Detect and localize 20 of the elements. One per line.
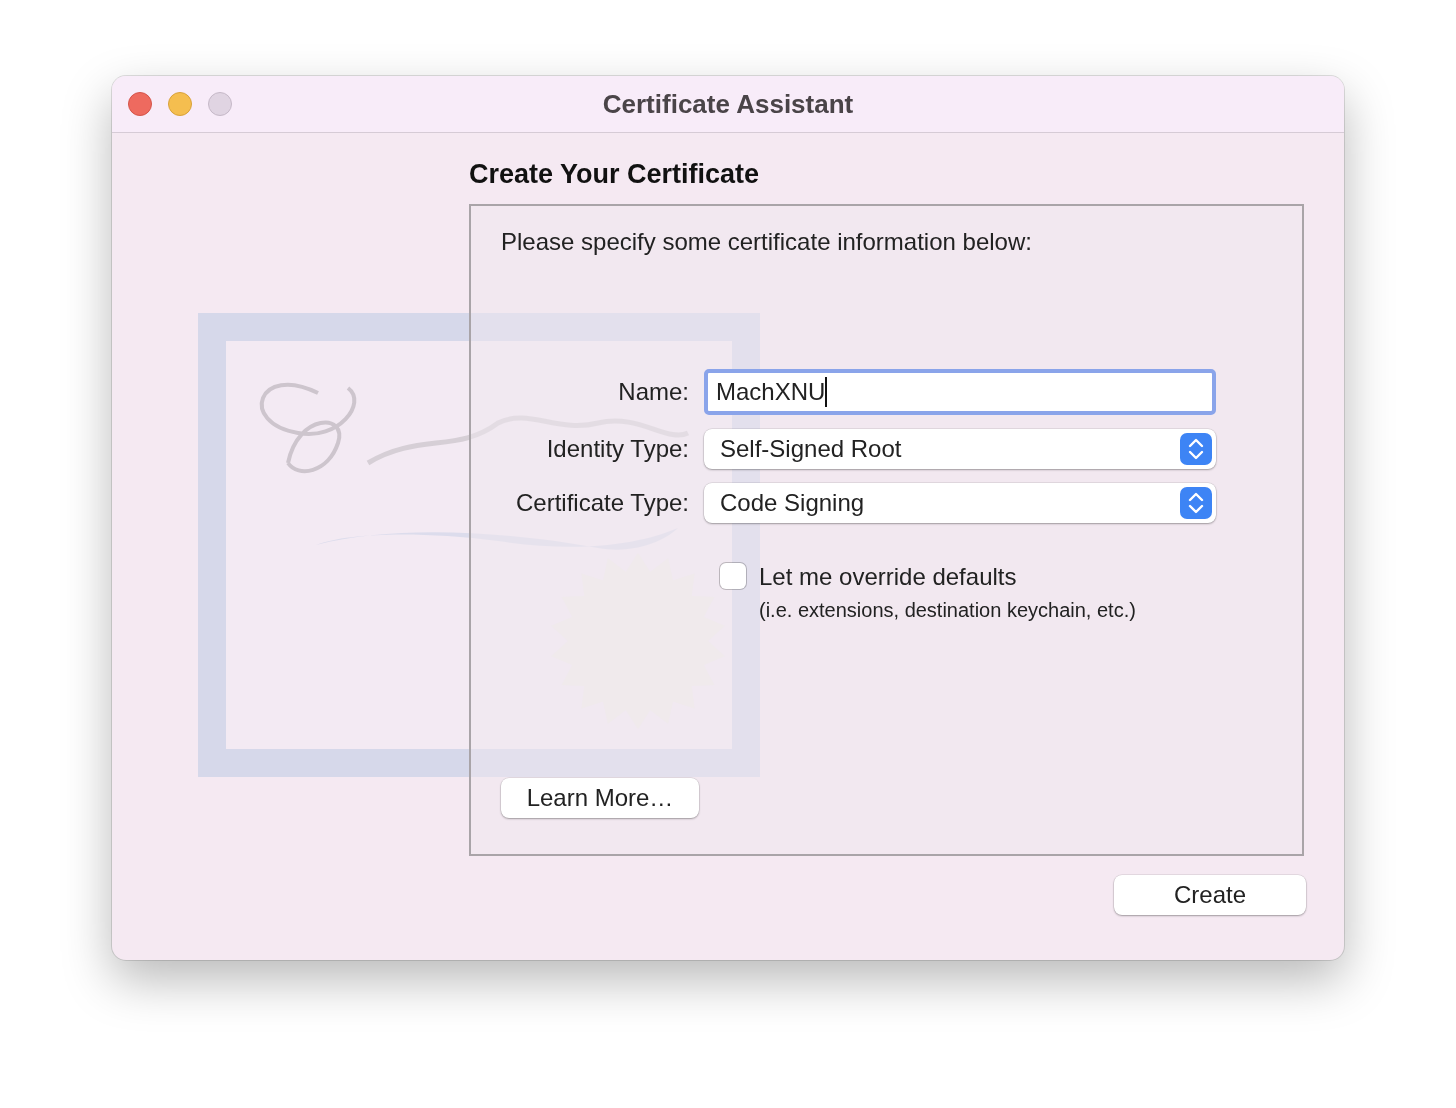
checkbox-note: (i.e. extensions, destination keychain, etc.) bbox=[759, 599, 1136, 622]
window-title: Certificate Assistant bbox=[602, 88, 854, 119]
checkbox-label: Let me override defaults bbox=[759, 563, 1018, 591]
close-button[interactable] bbox=[128, 92, 152, 116]
page-heading: Create Your Certificate bbox=[469, 159, 760, 190]
instruction-text: Please specify some certificate information below: bbox=[501, 228, 1032, 256]
minimize-button[interactable] bbox=[168, 92, 192, 116]
popup-menu[interactable]: Code Signing bbox=[704, 483, 1216, 523]
field-label: Certificate Type: bbox=[516, 489, 689, 517]
zoom-button[interactable] bbox=[208, 92, 232, 116]
learn-more-button[interactable]: Learn More… bbox=[501, 778, 699, 818]
create-button[interactable]: Create bbox=[1114, 875, 1306, 915]
stepper-arrows-icon bbox=[1180, 487, 1212, 519]
stepper-arrows-icon bbox=[1180, 433, 1212, 465]
popup-menu[interactable]: Self-Signed Root bbox=[704, 429, 1216, 469]
field-label: Name: bbox=[618, 378, 689, 406]
name-field[interactable]: MachXNU bbox=[704, 369, 1216, 415]
field-label: Identity Type: bbox=[546, 435, 689, 463]
override-checkbox[interactable] bbox=[720, 563, 746, 589]
text-cursor bbox=[825, 377, 828, 407]
